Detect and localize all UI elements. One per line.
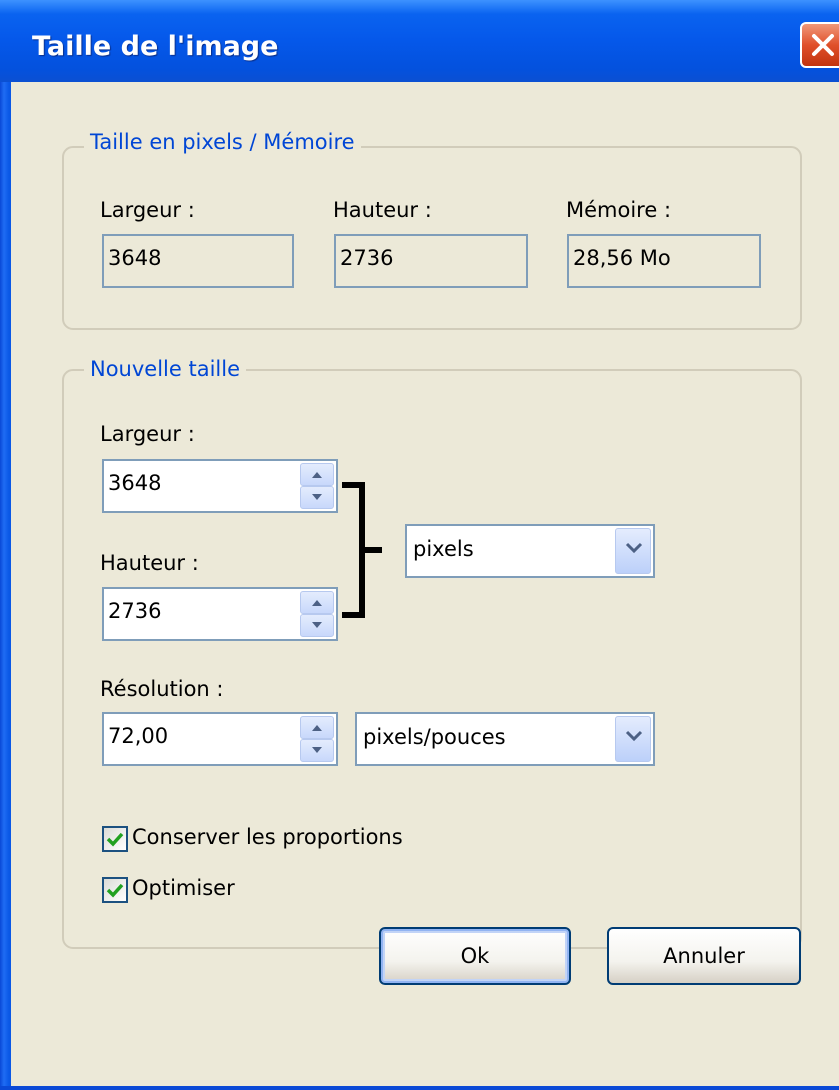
size-unit-value: pixels: [413, 537, 474, 561]
keep-proportions-option[interactable]: Conserver les proportions: [102, 825, 502, 855]
new-width-spinner[interactable]: [300, 463, 334, 509]
resolution-spin-up[interactable]: [300, 716, 334, 739]
size-unit-dropdown-button[interactable]: [615, 528, 651, 574]
resolution-unit-dropdown-button[interactable]: [615, 716, 651, 762]
resolution-unit-value: pixels/pouces: [363, 725, 506, 749]
link-bracket-icon: [342, 482, 382, 618]
spin-down-icon: [312, 747, 322, 753]
current-width-label: Largeur :: [100, 198, 195, 222]
new-height-spinner[interactable]: [300, 591, 334, 637]
window-title: Taille de l'image: [32, 31, 279, 62]
checkmark-icon: [106, 883, 124, 898]
new-size-group-title: Nouvelle taille: [84, 357, 247, 381]
resolution-label: Résolution :: [100, 677, 224, 701]
new-height-spin-up[interactable]: [300, 591, 334, 614]
title-bar[interactable]: Taille de l'image: [0, 0, 839, 82]
current-height-value: 2736: [334, 234, 528, 288]
close-icon: [812, 34, 834, 56]
new-width-label: Largeur :: [100, 422, 195, 446]
chevron-down-icon: [625, 730, 643, 742]
resolution-spin-down[interactable]: [300, 739, 334, 762]
pixel-size-group-title: Taille en pixels / Mémoire: [84, 130, 361, 154]
spin-up-icon: [312, 600, 322, 606]
optimize-label: Optimiser: [132, 876, 235, 900]
memory-label: Mémoire :: [566, 198, 672, 222]
optimize-option[interactable]: Optimiser: [102, 876, 352, 906]
cancel-button[interactable]: Annuler: [607, 927, 801, 985]
spin-up-icon: [312, 725, 322, 731]
resolution-unit-select[interactable]: pixels/pouces: [355, 712, 655, 766]
window-bottom-border: [0, 1086, 839, 1090]
close-button[interactable]: [800, 22, 839, 68]
new-width-spin-down[interactable]: [300, 486, 334, 509]
checkmark-icon: [106, 832, 124, 847]
optimize-checkbox[interactable]: [102, 877, 128, 903]
ok-button[interactable]: Ok: [379, 927, 571, 985]
new-height-spin-down[interactable]: [300, 614, 334, 637]
memory-value: 28,56 Mo: [567, 234, 761, 288]
new-size-groupbox: [62, 369, 802, 949]
new-width-spin-up[interactable]: [300, 463, 334, 486]
keep-proportions-checkbox[interactable]: [102, 826, 128, 852]
size-unit-select[interactable]: pixels: [405, 524, 655, 578]
keep-proportions-label: Conserver les proportions: [132, 825, 403, 849]
spin-down-icon: [312, 494, 322, 500]
spin-down-icon: [312, 622, 322, 628]
new-height-label: Hauteur :: [100, 551, 199, 575]
resolution-spinner[interactable]: [300, 716, 334, 762]
chevron-down-icon: [625, 542, 643, 554]
spin-up-icon: [312, 472, 322, 478]
current-height-label: Hauteur :: [333, 198, 432, 222]
current-width-value: 3648: [102, 234, 294, 288]
